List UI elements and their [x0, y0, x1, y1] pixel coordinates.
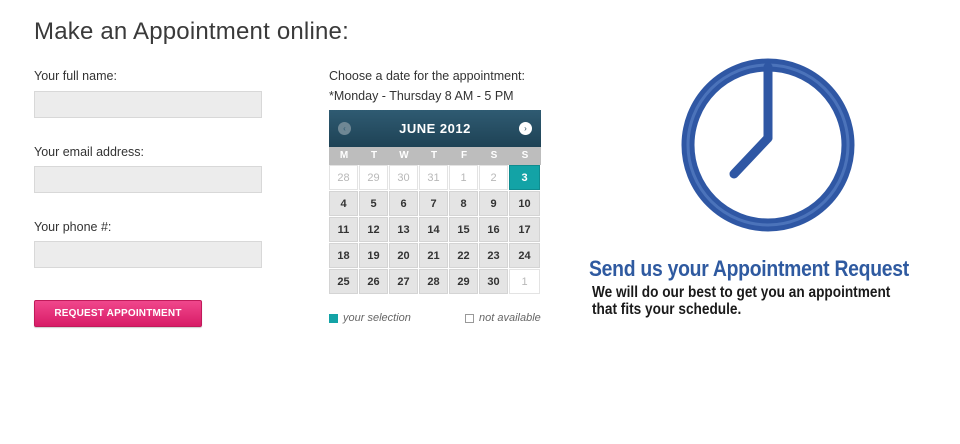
- calendar-day[interactable]: 7: [419, 191, 448, 216]
- calendar-day[interactable]: 10: [509, 191, 540, 216]
- promo-text: We will do our best to get you an appoin…: [592, 284, 891, 318]
- weekday-label: M: [339, 150, 349, 161]
- legend-selection-label: your selection: [343, 312, 411, 324]
- legend-unavailable-label: not available: [479, 312, 541, 324]
- calendar-day[interactable]: 23: [479, 243, 508, 268]
- clock-icon: [681, 58, 855, 232]
- name-field[interactable]: [34, 91, 262, 118]
- legend-unavailable: not available: [465, 312, 541, 324]
- calendar-day[interactable]: 20: [389, 243, 418, 268]
- calendar-day[interactable]: 8: [449, 191, 478, 216]
- calendar-header: ‹ JUNE 2012 ›: [329, 110, 541, 147]
- calendar-weekday-row: M T W T F S S: [329, 147, 541, 165]
- name-label: Your full name:: [34, 69, 117, 83]
- weekday-label: T: [430, 150, 438, 161]
- calendar-day[interactable]: 5: [359, 191, 388, 216]
- calendar-day[interactable]: 19: [359, 243, 388, 268]
- calendar-day[interactable]: 22: [449, 243, 478, 268]
- calendar-day[interactable]: 29: [449, 269, 478, 294]
- phone-label: Your phone #:: [34, 220, 112, 234]
- calendar-day[interactable]: 17: [509, 217, 540, 242]
- weekday-label: T: [370, 150, 378, 161]
- calendar-day[interactable]: 16: [479, 217, 508, 242]
- phone-field[interactable]: [34, 241, 262, 268]
- calendar-day[interactable]: 25: [329, 269, 358, 294]
- legend-selection: your selection: [329, 312, 411, 324]
- calendar-day-unavailable: 31: [419, 165, 448, 190]
- calendar-day-unavailable: 1: [509, 269, 540, 294]
- calendar-hours-note: *Monday - Thursday 8 AM - 5 PM: [329, 89, 514, 103]
- calendar-day[interactable]: 14: [419, 217, 448, 242]
- calendar-day[interactable]: 24: [509, 243, 540, 268]
- calendar-day[interactable]: 15: [449, 217, 478, 242]
- calendar-day[interactable]: 30: [479, 269, 508, 294]
- calendar-day-unavailable: 29: [359, 165, 388, 190]
- prev-month-icon[interactable]: ‹: [338, 122, 351, 135]
- unavailable-swatch: [465, 313, 474, 323]
- weekday-label: S: [490, 150, 498, 161]
- calendar-day[interactable]: 18: [329, 243, 358, 268]
- calendar-day[interactable]: 13: [389, 217, 418, 242]
- weekday-label: W: [399, 150, 409, 161]
- calendar-day[interactable]: 27: [389, 269, 418, 294]
- calendar-day[interactable]: 21: [419, 243, 448, 268]
- calendar-day[interactable]: 6: [389, 191, 418, 216]
- calendar-day-grid: 28 29 30 31 1 2 3 4 5 6 7 8 9 10 11 12 13 14 15 16 17 18 19 20 2…: [329, 165, 541, 295]
- calendar-day[interactable]: 12: [359, 217, 388, 242]
- weekday-label: F: [460, 150, 468, 161]
- calendar-day[interactable]: 28: [419, 269, 448, 294]
- page-title: Make an Appointment online:: [34, 18, 349, 45]
- calendar-day-unavailable: 2: [479, 165, 508, 190]
- calendar-day-selected[interactable]: 3: [509, 165, 540, 190]
- weekday-label: S: [521, 150, 529, 161]
- calendar-day-unavailable: 28: [329, 165, 358, 190]
- request-appointment-button[interactable]: REQUEST APPOINTMENT: [34, 300, 202, 327]
- calendar-prompt: Choose a date for the appointment:: [329, 69, 525, 83]
- calendar-month-label: JUNE 2012: [399, 121, 471, 136]
- selection-swatch: [329, 313, 338, 323]
- calendar-day-unavailable: 30: [389, 165, 418, 190]
- promo-title: Send us your Appointment Request: [589, 256, 909, 281]
- email-label: Your email address:: [34, 145, 145, 159]
- email-field[interactable]: [34, 166, 262, 193]
- next-month-icon[interactable]: ›: [519, 122, 532, 135]
- calendar-day-unavailable: 1: [449, 165, 478, 190]
- date-picker: ‹ JUNE 2012 › M T W T F S S 28 29 30 31 1 2 3 4…: [329, 110, 541, 295]
- calendar-day[interactable]: 11: [329, 217, 358, 242]
- calendar-day[interactable]: 26: [359, 269, 388, 294]
- calendar-day[interactable]: 9: [479, 191, 508, 216]
- calendar-day[interactable]: 4: [329, 191, 358, 216]
